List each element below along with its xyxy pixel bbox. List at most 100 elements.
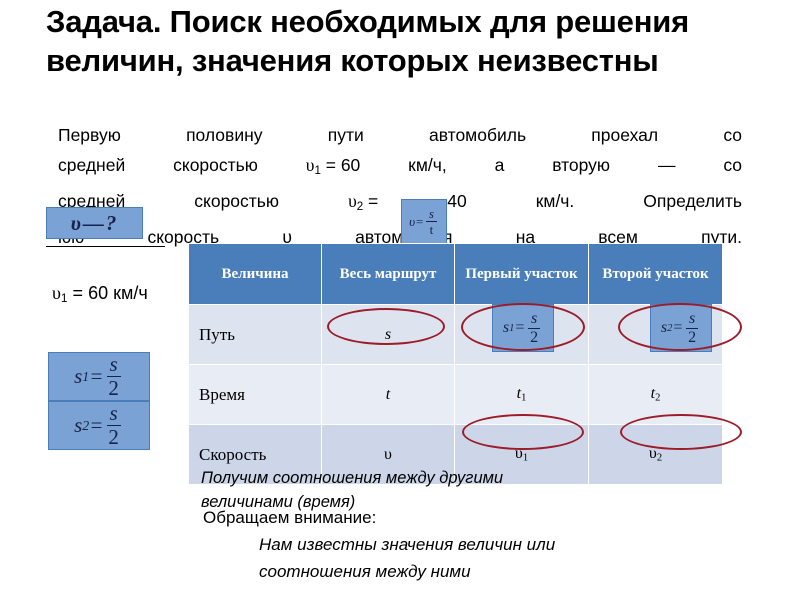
note-attention: Обращаем внимание: Нам известны значения… bbox=[203, 504, 623, 585]
cell-time-whole: t bbox=[321, 364, 455, 425]
formula-equals: = bbox=[89, 364, 104, 388]
statement-speed-2: υ2 = bbox=[348, 190, 379, 213]
fraction: s 2 bbox=[105, 354, 122, 399]
fraction-denominator: 2 bbox=[530, 328, 539, 346]
fraction: s 2 bbox=[685, 310, 699, 346]
s1-cell-expression: s1 = s 2 bbox=[503, 310, 543, 346]
fraction-numerator: s bbox=[425, 207, 437, 222]
page-title: Задача. Поиск необходимых для решения ве… bbox=[46, 4, 689, 78]
statement-word: 40 bbox=[447, 190, 467, 211]
statement-word: пути bbox=[327, 125, 364, 145]
s1-formula-box-cell: s1 = s 2 bbox=[492, 304, 554, 352]
speed-subscript: 2 bbox=[356, 200, 364, 213]
note-attention-line-1: Нам известны значения величин или bbox=[259, 535, 556, 554]
table-header-cell: Первый участок bbox=[454, 243, 589, 305]
s1-expression: s1 = s 2 bbox=[74, 354, 124, 399]
quantities-table: Величина Весь маршрут Первый участок Вто… bbox=[188, 243, 723, 485]
fraction-numerator: s bbox=[106, 354, 121, 377]
given-speed-value: υ1 = 60 км/ч bbox=[52, 281, 182, 311]
statement-word: Первую bbox=[58, 125, 121, 145]
statement-word: вторую bbox=[552, 155, 611, 175]
unknown-speed-symbol: υ bbox=[70, 210, 83, 235]
slide-canvas: Задача. Поиск необходимых для решения ве… bbox=[0, 0, 800, 600]
s2-formula-box-left: s2 = s 2 bbox=[48, 401, 150, 450]
fraction-denominator: 2 bbox=[108, 425, 119, 449]
statement-word: со bbox=[723, 155, 742, 175]
s1-formula-box-left: s1 = s 2 bbox=[48, 352, 150, 401]
speed-symbol: υ bbox=[648, 445, 657, 463]
speed-subscript: 2 bbox=[656, 452, 663, 464]
fraction-denominator: 2 bbox=[688, 328, 697, 346]
formula-subscript: 1 bbox=[82, 368, 90, 384]
statement-word: со bbox=[723, 125, 742, 145]
fraction-numerator: s bbox=[686, 310, 699, 329]
statement-word: проехал bbox=[591, 125, 659, 145]
formula-lhs: s bbox=[74, 364, 83, 388]
speed-symbol: υ bbox=[384, 445, 392, 463]
given-number: 60 bbox=[88, 283, 109, 303]
speed-value: 60 bbox=[340, 155, 361, 175]
speed-subscript: 1 bbox=[314, 164, 321, 177]
statement-word: а bbox=[494, 155, 505, 175]
time-subscript: 2 bbox=[655, 392, 661, 404]
table-header-row: Величина Весь маршрут Первый участок Вто… bbox=[188, 243, 723, 305]
formula-subscript: 2 bbox=[82, 417, 90, 433]
formula-equals: = bbox=[415, 213, 424, 229]
table-row: Путь s bbox=[188, 304, 723, 365]
formula-lhs: s bbox=[74, 413, 83, 437]
statement-word: км/ч, bbox=[408, 155, 447, 175]
s2-cell-expression: s2 = s 2 bbox=[661, 310, 701, 346]
statement-word: скоростью bbox=[194, 190, 280, 211]
cell-path-whole: s bbox=[321, 304, 455, 365]
statement-word: Определить bbox=[643, 190, 742, 211]
fraction-numerator: s bbox=[528, 310, 541, 329]
table-row: Время t t1 t2 bbox=[188, 364, 723, 425]
statement-line-3: средней скоростью υ2 = 40 км/ч. Определи… bbox=[58, 186, 742, 222]
speed-formula-expression: υ = s t bbox=[409, 207, 439, 236]
cell-time-second: t2 bbox=[588, 364, 723, 425]
unknown-speed-question: ? bbox=[105, 210, 119, 235]
s2-expression: s2 = s 2 bbox=[74, 403, 124, 448]
cell-speed-second: υ2 bbox=[588, 424, 723, 485]
speed-symbol: υ bbox=[514, 445, 523, 463]
fraction-denominator: t bbox=[429, 222, 434, 237]
unknown-speed-expression: υ — ? bbox=[71, 211, 119, 236]
unknown-speed-box: υ — ? bbox=[46, 207, 143, 239]
table-header-cell: Величина bbox=[188, 243, 322, 305]
statement-line-2: средней скоростью υ1 = 60 км/ч, а вторую… bbox=[58, 150, 742, 186]
given-equals: = bbox=[72, 283, 84, 303]
table-header-cell: Второй участок bbox=[588, 243, 723, 305]
speed-subscript: 1 bbox=[522, 452, 529, 464]
statement-word: автомобиль bbox=[428, 125, 527, 145]
given-subscript: 1 bbox=[60, 290, 68, 305]
statement-word: средней bbox=[58, 155, 126, 175]
formula-equals: = bbox=[672, 319, 684, 336]
statement-line-1: Первую половину пути автомобиль проехал … bbox=[58, 120, 742, 150]
fraction: s 2 bbox=[105, 403, 122, 448]
row-label-time: Время bbox=[188, 364, 322, 425]
fraction: s t bbox=[425, 207, 437, 237]
problem-statement: Первую половину пути автомобиль проехал … bbox=[58, 120, 742, 252]
statement-word: скоростью bbox=[173, 155, 258, 175]
note-attention-header: Обращаем внимание: bbox=[203, 508, 377, 527]
statement-word: — bbox=[657, 155, 676, 175]
time-symbol: t bbox=[385, 385, 391, 403]
speed-formula-box: υ = s t bbox=[401, 199, 447, 244]
unknown-speed-dash: — bbox=[82, 210, 106, 235]
fraction-numerator: s bbox=[106, 403, 121, 426]
statement-word: км/ч. bbox=[535, 190, 575, 211]
path-symbol: s bbox=[384, 325, 392, 343]
speed-symbol: υ bbox=[348, 190, 357, 211]
statement-word: половину bbox=[186, 125, 263, 145]
given-symbol: υ bbox=[52, 283, 61, 303]
statement-speed-1: υ1 = 60 bbox=[305, 155, 361, 177]
table-header-cell: Весь маршрут bbox=[321, 243, 455, 305]
fraction: s 2 bbox=[527, 310, 541, 346]
divider-line bbox=[46, 246, 165, 247]
formula-equals: = bbox=[89, 413, 104, 437]
row-label-path: Путь bbox=[188, 304, 322, 365]
formula-equals: = bbox=[514, 319, 526, 336]
fraction-denominator: 2 bbox=[108, 376, 119, 400]
time-subscript: 1 bbox=[521, 392, 527, 404]
note-attention-line-2: соотношения между ними bbox=[259, 562, 471, 581]
